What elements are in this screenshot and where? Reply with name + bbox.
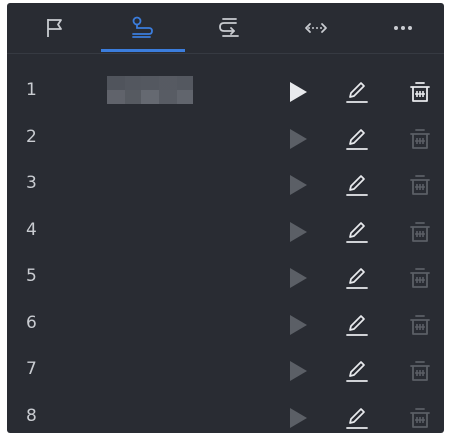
route-row[interactable]: 4 [7, 209, 444, 255]
edit-button[interactable] [342, 310, 372, 340]
edit-button[interactable] [342, 77, 372, 107]
tab-flag[interactable] [11, 3, 98, 53]
play-button[interactable] [283, 217, 313, 247]
play-button[interactable] [283, 77, 313, 107]
trash-icon [410, 82, 430, 102]
row-number: 7 [26, 359, 37, 379]
route-row[interactable]: 7 [7, 348, 444, 394]
pencil-icon [346, 408, 368, 429]
delete-button[interactable] [405, 310, 435, 340]
pencil-icon [346, 82, 368, 103]
play-button[interactable] [283, 124, 313, 154]
play-icon [290, 315, 307, 335]
row-number: 2 [26, 127, 37, 147]
trash-icon [410, 361, 430, 381]
edit-button[interactable] [342, 356, 372, 386]
edit-button[interactable] [342, 170, 372, 200]
play-icon [290, 408, 307, 428]
route-row[interactable]: 3 [7, 162, 444, 208]
delete-button[interactable] [405, 356, 435, 386]
delete-button[interactable] [405, 403, 435, 433]
play-icon [290, 222, 307, 242]
play-button[interactable] [283, 263, 313, 293]
trash-icon [410, 315, 430, 335]
play-button[interactable] [283, 170, 313, 200]
row-number: 8 [26, 406, 37, 426]
trash-icon [410, 175, 430, 195]
route-icon [131, 16, 153, 38]
play-button[interactable] [283, 403, 313, 433]
tab-swap[interactable] [272, 3, 359, 53]
route-row[interactable]: 1 [7, 69, 444, 115]
play-icon [290, 175, 307, 195]
edit-button[interactable] [342, 217, 372, 247]
play-icon [290, 268, 307, 288]
route-row[interactable]: 8 [7, 395, 444, 433]
loop-return-icon [218, 18, 239, 37]
pencil-icon [346, 361, 368, 382]
tab-route[interactable] [98, 3, 185, 53]
delete-button[interactable] [405, 263, 435, 293]
play-icon [290, 82, 307, 102]
pencil-icon [346, 222, 368, 243]
play-icon [290, 129, 307, 149]
row-number: 5 [26, 266, 37, 286]
play-button[interactable] [283, 356, 313, 386]
row-number: 4 [26, 220, 37, 240]
blurred-route-name [107, 76, 193, 104]
route-row[interactable]: 2 [7, 116, 444, 162]
tab-more[interactable] [359, 3, 444, 53]
edit-button[interactable] [342, 263, 372, 293]
flag-icon [46, 19, 62, 37]
delete-button[interactable] [405, 77, 435, 107]
pencil-icon [346, 175, 368, 196]
row-number: 3 [26, 173, 37, 193]
trash-icon [410, 268, 430, 288]
trash-icon [410, 222, 430, 242]
pencil-icon [346, 129, 368, 150]
trash-icon [410, 408, 430, 428]
route-list-panel: 1 2 3 4 5 6 7 8 [7, 3, 444, 433]
route-row[interactable]: 6 [7, 302, 444, 348]
play-button[interactable] [283, 310, 313, 340]
row-number: 6 [26, 313, 37, 333]
more-dots-icon [393, 26, 412, 30]
edit-button[interactable] [342, 124, 372, 154]
pencil-icon [346, 315, 368, 336]
row-number: 1 [26, 80, 37, 100]
tab-loop[interactable] [185, 3, 272, 53]
delete-button[interactable] [405, 170, 435, 200]
tab-bar [7, 3, 444, 54]
horizontal-arrows-icon [304, 23, 327, 33]
pencil-icon [346, 268, 368, 289]
delete-button[interactable] [405, 217, 435, 247]
delete-button[interactable] [405, 124, 435, 154]
play-icon [290, 361, 307, 381]
edit-button[interactable] [342, 403, 372, 433]
route-row[interactable]: 5 [7, 255, 444, 301]
trash-icon [410, 129, 430, 149]
